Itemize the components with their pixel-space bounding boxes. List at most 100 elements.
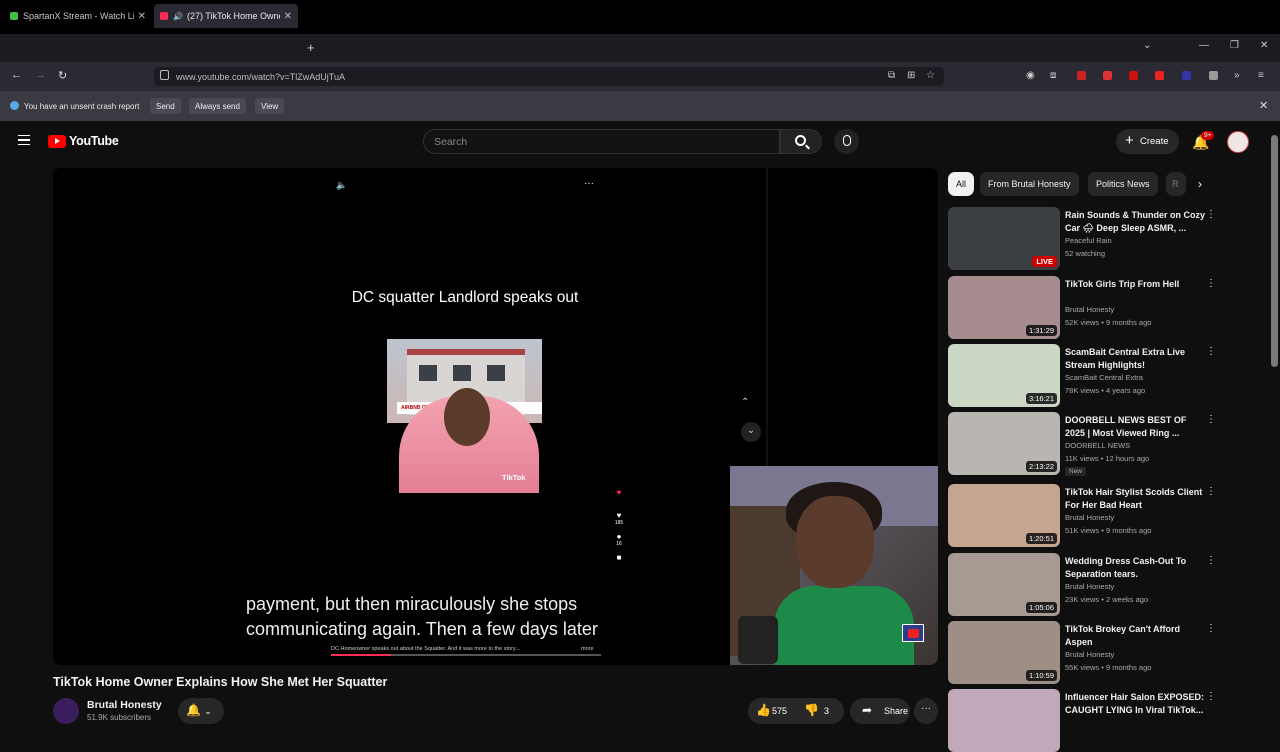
voice-search-icon[interactable] — [834, 129, 859, 154]
recommendation-item[interactable]: Influencer Hair Salon EXPOSED: CAUGHT LY… — [948, 689, 1223, 752]
thumbs-down-icon[interactable]: 👎 — [804, 703, 819, 717]
subscription-bell-button[interactable]: 🔔 ⌄ — [178, 698, 224, 724]
create-button[interactable]: + Create — [1116, 129, 1179, 154]
scrollbar-thumb[interactable] — [1271, 135, 1278, 367]
search-button[interactable] — [780, 129, 822, 154]
video-thumbnail[interactable]: 3:16:21 — [948, 344, 1060, 407]
more-tools-chevron-icon[interactable]: » — [1234, 70, 1240, 81]
bookmark-star-icon[interactable]: ☆ — [926, 70, 935, 81]
channel-name[interactable]: Brutal Honesty — [87, 699, 162, 711]
recommendation-title[interactable]: DOORBELL NEWS BEST OF 2025 | Most Viewed… — [1065, 414, 1207, 440]
page-scrollbar[interactable] — [1269, 121, 1280, 720]
recommendation-channel[interactable]: Brutal Honesty — [1065, 582, 1114, 591]
recommendation-channel[interactable]: ScamBait Central Extra — [1065, 373, 1143, 382]
channel-avatar[interactable] — [53, 698, 79, 724]
youtube-logo-icon[interactable] — [48, 135, 66, 148]
video-thumbnail[interactable]: 2:13:22 — [948, 412, 1060, 475]
back-icon[interactable]: ← — [11, 69, 22, 81]
recommendation-channel[interactable]: DOORBELL NEWS — [1065, 441, 1130, 450]
more-options-icon[interactable]: ··· — [584, 178, 594, 189]
kebab-menu-icon[interactable]: ⋮ — [1206, 486, 1216, 497]
recommendation-title[interactable]: ScamBait Central Extra Live Stream Highl… — [1065, 346, 1207, 372]
video-thumbnail[interactable]: 1:31:29 — [948, 276, 1060, 339]
recommendation-title[interactable]: Wedding Dress Cash-Out To Separation tea… — [1065, 555, 1207, 581]
close-tab-icon[interactable]: ✕ — [138, 11, 146, 22]
extension-icon[interactable] — [1129, 71, 1138, 80]
chevron-down-icon[interactable]: ⌄ — [741, 422, 761, 442]
extension-icon[interactable] — [1103, 71, 1112, 80]
extensions-icon[interactable]: ⧈ — [1050, 70, 1056, 81]
video-thumbnail[interactable]: 1:10:59 — [948, 621, 1060, 684]
chip-partial[interactable]: R — [1166, 172, 1186, 196]
tab-youtube-active[interactable]: 🔊 (27) TikTok Home Owner E ✕ — [154, 4, 298, 28]
recommendation-item[interactable]: 1:10:59 TikTok Brokey Can't Afford Aspen B… — [948, 621, 1223, 684]
video-thumbnail[interactable] — [948, 689, 1060, 752]
video-thumbnail[interactable]: 1:20:51 — [948, 484, 1060, 547]
video-player[interactable]: 🔈 ··· DC squatter Landlord speaks out AI… — [53, 168, 938, 665]
save-icon[interactable]: ■ — [613, 553, 625, 562]
tab-list-chevron-icon[interactable]: ⌄ — [1143, 40, 1151, 51]
video-thumbnail[interactable]: LIVE — [948, 207, 1060, 270]
more-actions-button[interactable]: ··· — [914, 698, 938, 724]
recommendation-title[interactable]: Rain Sounds & Thunder on Cozy Car 🌧 Deep… — [1065, 209, 1207, 235]
kebab-menu-icon[interactable]: ⋮ — [1206, 691, 1216, 702]
recommendation-channel[interactable]: Brutal Honesty — [1065, 513, 1114, 522]
kebab-menu-icon[interactable]: ⋮ — [1206, 346, 1216, 357]
recommendation-item[interactable]: 2:13:22 DOORBELL NEWS BEST OF 2025 | Most… — [948, 412, 1223, 476]
recommendation-title[interactable]: TikTok Brokey Can't Afford Aspen — [1065, 623, 1207, 649]
address-bar[interactable]: www.youtube.com/watch?v=TlZwAdUjTuA — [154, 67, 944, 86]
minimize-icon[interactable]: — — [1199, 40, 1209, 51]
menu-icon[interactable] — [18, 135, 30, 145]
recommendation-item[interactable]: 1:05:06 Wedding Dress Cash-Out To Separat… — [948, 553, 1223, 616]
kebab-menu-icon[interactable]: ⋮ — [1206, 278, 1216, 289]
close-infobar-icon[interactable]: ✕ — [1259, 99, 1268, 112]
avatar[interactable] — [1227, 131, 1249, 153]
account-icon[interactable]: ◉ — [1026, 70, 1035, 81]
maximize-icon[interactable]: ❐ — [1230, 40, 1239, 51]
kebab-menu-icon[interactable]: ⋮ — [1206, 414, 1216, 425]
chips-next-icon[interactable]: › — [1188, 172, 1212, 196]
chip-from-channel[interactable]: From Brutal Honesty — [980, 172, 1079, 196]
mute-icon[interactable]: 🔈 — [336, 180, 347, 191]
recommendation-title[interactable]: Influencer Hair Salon EXPOSED: CAUGHT LY… — [1065, 691, 1207, 717]
kebab-menu-icon[interactable]: ⋮ — [1206, 209, 1216, 220]
extension-icon[interactable] — [1182, 71, 1191, 80]
chevron-up-icon[interactable]: ⌃ — [741, 397, 749, 408]
kebab-menu-icon[interactable]: ⋮ — [1206, 623, 1216, 634]
kebab-menu-icon[interactable]: ⋮ — [1206, 555, 1216, 566]
extension-icon[interactable] — [1209, 71, 1218, 80]
video-thumbnail[interactable]: 1:05:06 — [948, 553, 1060, 616]
recommendation-channel[interactable]: Brutal Honesty — [1065, 305, 1114, 314]
install-icon[interactable]: ⊞ — [907, 70, 915, 81]
comment-icon[interactable]: ● — [613, 532, 625, 541]
profile-icon[interactable]: ♥ — [613, 488, 625, 497]
close-window-icon[interactable]: ✕ — [1260, 40, 1268, 51]
like-heart-icon[interactable]: ♥ — [613, 511, 625, 520]
search-input[interactable]: Search — [423, 129, 780, 154]
extension-icon[interactable] — [1155, 71, 1164, 80]
chip-all[interactable]: All — [948, 172, 975, 196]
browser-menu-icon[interactable]: ≡ — [1258, 70, 1264, 81]
chip-politics-news[interactable]: Politics News — [1088, 172, 1158, 196]
recommendation-title[interactable]: TikTok Girls Trip From Hell — [1065, 278, 1207, 291]
new-tab-button[interactable]: + — [307, 40, 315, 55]
recommendation-item[interactable]: 1:31:29 TikTok Girls Trip From Hell Brutal… — [948, 276, 1223, 339]
speaker-icon[interactable]: 🔊 — [173, 12, 183, 21]
send-button[interactable]: Send — [150, 98, 181, 114]
always-send-button[interactable]: Always send — [189, 98, 246, 114]
thumbs-up-icon[interactable]: 👍 — [756, 703, 771, 717]
recommendation-item[interactable]: 1:20:51 TikTok Hair Stylist Scolds Client… — [948, 484, 1223, 547]
view-button[interactable]: View — [255, 98, 285, 114]
share-button[interactable]: ➦ Share — [850, 698, 910, 724]
close-tab-icon[interactable]: ✕ — [284, 11, 292, 22]
recommendation-item[interactable]: 3:16:21 ScamBait Central Extra Live Strea… — [948, 344, 1223, 407]
reload-icon[interactable]: ↻ — [58, 69, 67, 82]
extension-icon[interactable] — [1077, 71, 1086, 80]
forward-icon[interactable]: → — [35, 69, 46, 81]
recommendation-channel[interactable]: Peaceful Rain — [1065, 236, 1112, 245]
like-count[interactable]: 575 — [772, 706, 787, 716]
youtube-logo-text[interactable]: YouTube — [69, 134, 119, 148]
recommendation-item[interactable]: LIVE Rain Sounds & Thunder on Cozy Car 🌧 … — [948, 207, 1223, 270]
page-action-icon[interactable]: ⧉ — [888, 70, 895, 81]
recommendation-title[interactable]: TikTok Hair Stylist Scolds Client For He… — [1065, 486, 1207, 512]
